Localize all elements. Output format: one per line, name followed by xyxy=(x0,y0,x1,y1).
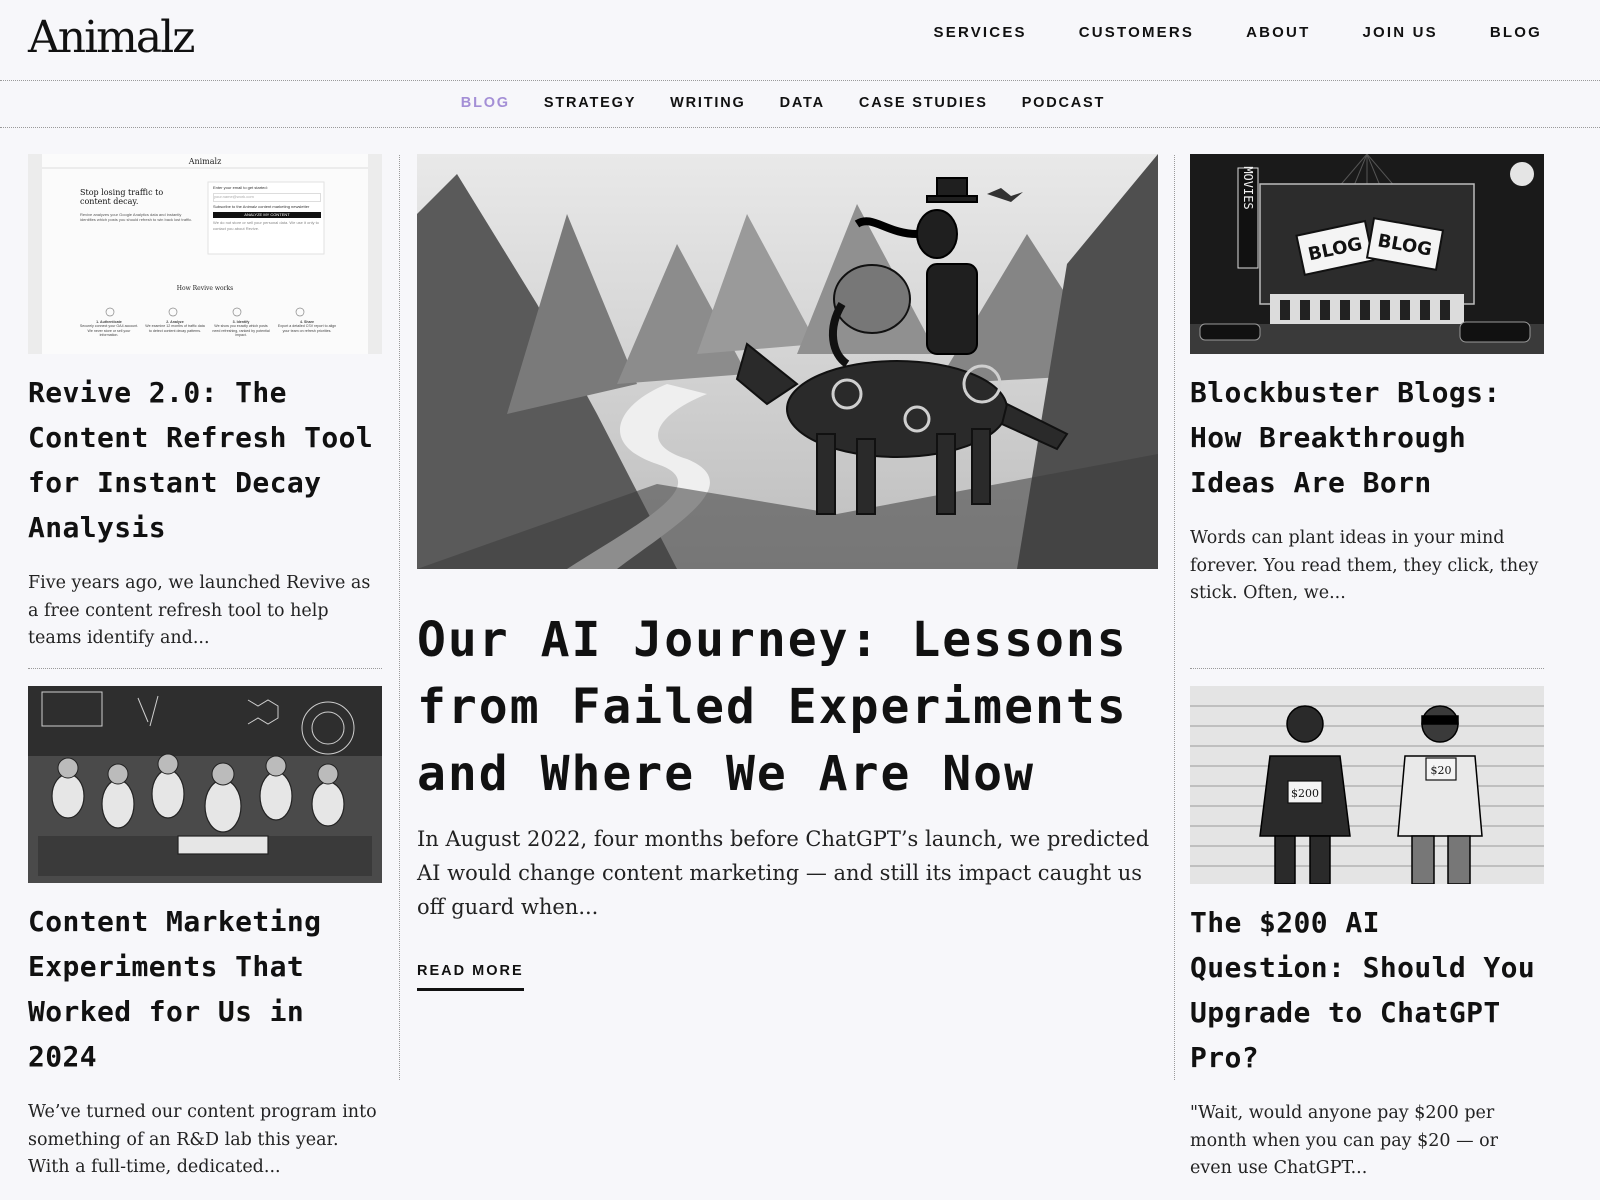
thumb-step-1-label: 1. Authenticate xyxy=(96,320,122,324)
post-thumbnail-experiments[interactable] xyxy=(28,686,382,883)
thumb-step-2-text: We examine 12 months of traffic data to … xyxy=(145,324,205,333)
featured-post-title[interactable]: Our AI Journey: Lessons from Failed Expe… xyxy=(417,607,1158,808)
post-thumbnail-revive[interactable]: Animalz Stop losing traffic to content d… xyxy=(28,154,382,354)
thumb-form-checkbox: Subscribe to the Animalz content marketi… xyxy=(213,204,310,209)
post-excerpt-chatgpt-pro: "Wait, would anyone pay $200 per month w… xyxy=(1190,1103,1499,1178)
main-nav: SERVICES CUSTOMERS ABOUT JOIN US BLOG xyxy=(934,24,1542,41)
thumb-step-3-label: 3. Identify xyxy=(232,320,250,324)
post-title-blockbuster[interactable]: Blockbuster Blogs: How Breakthrough Idea… xyxy=(1190,370,1544,505)
thumb-step-4-label: 4. Share xyxy=(300,320,314,324)
column-divider-right xyxy=(1174,155,1175,1080)
category-blog[interactable]: BLOG xyxy=(461,95,510,111)
post-card-blockbuster: MOVIES BLOG BLOG Blockbuster Blogs: How … xyxy=(1190,154,1544,625)
nav-services[interactable]: SERVICES xyxy=(934,24,1027,41)
post-title-chatgpt-pro[interactable]: The $200 AI Question: Should You Upgrade… xyxy=(1190,900,1544,1080)
thumb-step-1-text: Securely connect your GA4 account. We ne… xyxy=(79,324,139,338)
nav-blog[interactable]: BLOG xyxy=(1490,24,1542,41)
featured-post-ai-journey: Our AI Journey: Lessons from Failed Expe… xyxy=(417,154,1158,991)
post-card-chatgpt-pro: $200 $20 The $200 AI Question: Should Yo… xyxy=(1190,686,1544,1200)
featured-post-excerpt: In August 2022, four months before ChatG… xyxy=(417,827,1150,919)
price-tag-20: $20 xyxy=(1431,764,1452,777)
thumb-form-button: ANALYZE MY CONTENT xyxy=(213,212,321,218)
nav-customers[interactable]: CUSTOMERS xyxy=(1079,24,1194,41)
post-title-revive[interactable]: Revive 2.0: The Content Refresh Tool for… xyxy=(28,370,382,550)
blog-category-nav: BLOG STRATEGY WRITING DATA CASE STUDIES … xyxy=(0,95,1600,111)
site-header: Animalz SERVICES CUSTOMERS ABOUT JOIN US… xyxy=(0,0,1600,81)
card-divider-right xyxy=(1190,668,1544,669)
post-excerpt-revive: Five years ago, we launched Revive as a … xyxy=(28,573,371,648)
post-excerpt-blockbuster: Words can plant ideas in your mind forev… xyxy=(1190,528,1539,603)
price-tag-200: $200 xyxy=(1291,787,1319,800)
featured-post-image[interactable] xyxy=(417,154,1158,569)
post-card-revive: Animalz Stop losing traffic to content d… xyxy=(28,154,382,670)
post-thumbnail-chatgpt-pro[interactable]: $200 $20 xyxy=(1190,686,1544,884)
read-more-link[interactable]: READ MORE xyxy=(417,963,524,991)
post-thumbnail-blockbuster[interactable]: MOVIES BLOG BLOG xyxy=(1190,154,1544,354)
thumb-form-label: Enter your email to get started: xyxy=(213,185,268,190)
thumb-form-note: We do not store or sell your personal da… xyxy=(213,220,319,231)
thumb-headline: Stop losing traffic to content decay. xyxy=(80,188,164,206)
movies-sign: MOVIES xyxy=(1241,166,1255,209)
post-excerpt-experiments: We’ve turned our content program into so… xyxy=(28,1102,377,1177)
blog-category-bar: BLOG STRATEGY WRITING DATA CASE STUDIES … xyxy=(0,80,1600,128)
thumb-how-title: How Revive works xyxy=(177,285,233,292)
thumb-step-3-text: We show you exactly which posts need ref… xyxy=(212,324,270,338)
thumb-step-2-label: 2. Analyze xyxy=(166,320,184,324)
thumb-body: Revive analyzes your Google Analytics da… xyxy=(80,212,193,222)
category-writing[interactable]: WRITING xyxy=(670,95,745,111)
category-podcast[interactable]: PODCAST xyxy=(1022,95,1106,111)
category-strategy[interactable]: STRATEGY xyxy=(544,95,636,111)
thumb-logo: Animalz xyxy=(188,157,222,166)
category-case-studies[interactable]: CASE STUDIES xyxy=(859,95,988,111)
thumb-form-input: your.name@work.com xyxy=(213,193,321,202)
thumb-step-4-text: Export a detailed CSV report to align yo… xyxy=(277,324,337,333)
column-divider-left xyxy=(399,155,400,1080)
post-title-experiments[interactable]: Content Marketing Experiments That Worke… xyxy=(28,899,382,1079)
nav-about[interactable]: ABOUT xyxy=(1246,24,1310,41)
post-card-experiments: Content Marketing Experiments That Worke… xyxy=(28,686,382,1199)
nav-join-us[interactable]: JOIN US xyxy=(1362,24,1437,41)
category-data[interactable]: DATA xyxy=(780,95,825,111)
animalz-logo[interactable]: Animalz xyxy=(28,8,195,68)
